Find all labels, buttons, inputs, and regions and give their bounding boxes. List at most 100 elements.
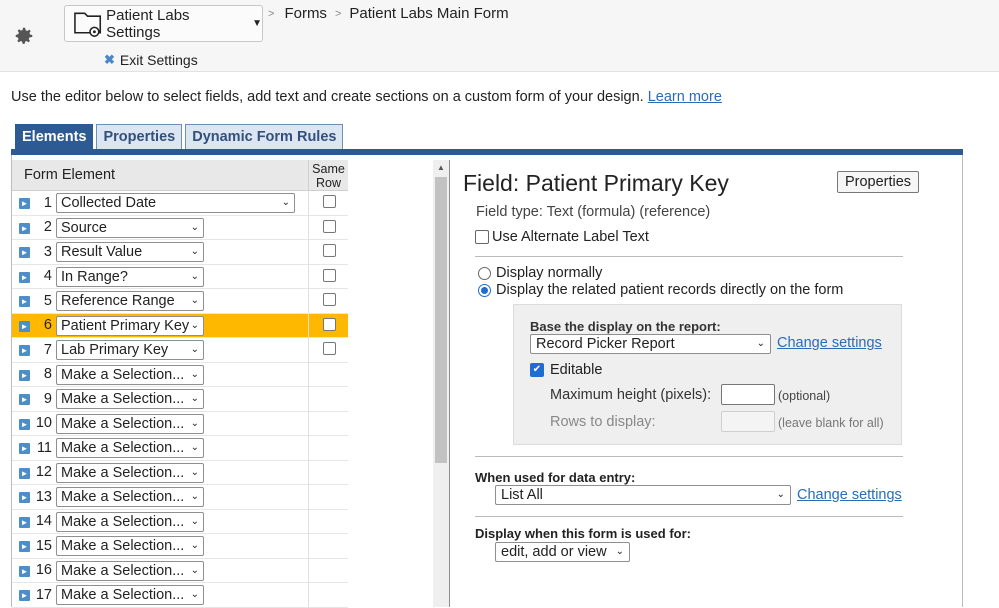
expand-arrow-icon[interactable]: ► [19, 320, 30, 332]
same-row-cell [308, 485, 348, 509]
list-item: ► 8 Make a Selection... ⌄ [12, 362, 348, 387]
expand-arrow-icon[interactable]: ► [19, 565, 30, 577]
max-height-label: Maximum height (pixels): [550, 387, 712, 403]
element-select[interactable]: Make a Selection... ⌄ [56, 560, 204, 581]
chevron-down-icon: ⌄ [756, 338, 765, 349]
same-row-checkbox[interactable] [323, 342, 336, 355]
col-same-row-line2: Row [315, 176, 341, 190]
same-row-checkbox[interactable] [323, 293, 336, 306]
element-select[interactable]: Reference Range ⌄ [56, 291, 204, 311]
element-select[interactable]: Source ⌄ [56, 217, 204, 238]
display-when-select[interactable]: edit, add or view ⌄ [495, 542, 630, 562]
element-select[interactable]: Make a Selection... ⌄ [56, 585, 204, 605]
tab-dynamic-form-rules[interactable]: Dynamic Form Rules [185, 124, 344, 149]
data-entry-select[interactable]: List All ⌄ [495, 485, 791, 505]
expand-arrow-icon[interactable]: ► [19, 492, 30, 503]
same-row-checkbox[interactable] [323, 244, 336, 257]
display-related-label: Display the related patient records dire… [496, 282, 844, 298]
display-related-radio[interactable] [478, 283, 491, 297]
same-row-checkbox[interactable] [323, 219, 336, 233]
list-item: ► 10 Make a Selection... ⌄ [12, 411, 348, 436]
scrollbar-thumb[interactable] [435, 177, 447, 463]
same-row-cell [308, 558, 348, 582]
element-select-value: Make a Selection... [61, 440, 185, 456]
element-select-value: Make a Selection... [61, 464, 185, 481]
element-select[interactable]: Make a Selection... ⌄ [56, 511, 204, 532]
element-select-value: Make a Selection... [61, 415, 185, 432]
expand-arrow-icon[interactable]: ► [19, 247, 30, 258]
same-row-checkbox[interactable] [323, 195, 336, 208]
element-select[interactable]: Make a Selection... ⌄ [56, 438, 204, 458]
element-select[interactable]: Make a Selection... ⌄ [56, 536, 204, 556]
alt-label-option[interactable]: Use Alternate Label Text [475, 229, 649, 245]
expand-arrow-icon[interactable]: ► [19, 418, 30, 430]
rows-to-display-note: (leave blank for all) [778, 416, 884, 430]
tab-elements[interactable]: Elements [15, 124, 94, 149]
same-row-checkbox[interactable] [323, 268, 336, 282]
element-select[interactable]: Lab Primary Key ⌄ [56, 340, 204, 360]
report-select[interactable]: Record Picker Report ⌄ [530, 334, 771, 354]
expand-arrow-icon[interactable]: ► [19, 467, 30, 479]
data-entry-select-value: List All [501, 487, 543, 503]
list-item: ► 11 Make a Selection... ⌄ [12, 436, 348, 461]
display-normally-option[interactable]: Display normally [478, 265, 602, 281]
element-select[interactable]: In Range? ⌄ [56, 266, 204, 287]
same-row-cell [308, 215, 348, 239]
settings-button-label: Patient Labs Settings [106, 6, 190, 41]
element-select[interactable]: Make a Selection... ⌄ [56, 462, 204, 483]
row-number: 6 [43, 317, 52, 334]
display-normally-radio[interactable] [478, 266, 491, 280]
exit-settings-link[interactable]: ✖ Exit Settings [104, 52, 198, 68]
element-select[interactable]: Make a Selection... ⌄ [56, 364, 204, 385]
tab-properties[interactable]: Properties [96, 124, 183, 149]
divider [475, 256, 903, 257]
max-height-input[interactable] [721, 384, 775, 405]
expand-arrow-icon[interactable]: ► [19, 296, 30, 307]
expand-arrow-icon[interactable]: ► [19, 271, 30, 283]
element-select-value: Make a Selection... [61, 562, 185, 579]
editable-checkbox[interactable]: ✔ [530, 363, 544, 377]
rows-to-display-input[interactable] [721, 411, 775, 432]
learn-more-link[interactable]: Learn more [648, 89, 722, 105]
col-form-element: Form Element [24, 167, 116, 183]
element-select[interactable]: Make a Selection... ⌄ [56, 487, 204, 507]
expand-arrow-icon[interactable]: ► [19, 345, 30, 356]
editor-panel: Form Element Same Row ► 1 Collected Date… [11, 155, 963, 608]
expand-arrow-icon[interactable]: ► [19, 541, 30, 552]
change-settings-link[interactable]: Change settings [777, 335, 882, 351]
scroll-up-icon[interactable]: ▲ [437, 163, 445, 172]
list-item: ► 1 Collected Date ⌄ [12, 191, 348, 216]
vertical-scrollbar[interactable]: ▲ [433, 160, 449, 607]
editable-option[interactable]: ✔ Editable [530, 362, 602, 378]
element-select[interactable]: Patient Primary Key ⌄ [56, 315, 204, 336]
list-item: ► 14 Make a Selection... ⌄ [12, 509, 348, 534]
expand-arrow-icon[interactable]: ► [19, 590, 30, 601]
row-number: 17 [35, 586, 52, 603]
properties-button[interactable]: Properties [837, 171, 919, 193]
chevron-down-icon: ⌄ [190, 319, 199, 331]
breadcrumb-forms[interactable]: Forms [284, 5, 327, 22]
editable-label: Editable [550, 362, 603, 378]
element-select-value: Patient Primary Key [61, 317, 190, 334]
breadcrumb-current: Patient Labs Main Form [349, 5, 509, 22]
same-row-checkbox[interactable] [323, 317, 336, 331]
element-select[interactable]: Make a Selection... ⌄ [56, 413, 204, 434]
element-select[interactable]: Result Value ⌄ [56, 242, 204, 262]
expand-arrow-icon[interactable]: ► [19, 394, 30, 405]
expand-arrow-icon[interactable]: ► [19, 198, 30, 209]
gear-icon[interactable] [13, 25, 35, 47]
expand-arrow-icon[interactable]: ► [19, 222, 30, 234]
caret-down-icon: ▼ [252, 18, 262, 29]
patient-labs-settings-button[interactable]: Patient Labs Settings ▼ [64, 5, 263, 42]
element-select-value: Collected Date [61, 195, 157, 211]
alt-label-checkbox[interactable] [475, 230, 489, 244]
expand-arrow-icon[interactable]: ► [19, 516, 30, 528]
exit-settings-label: Exit Settings [119, 52, 198, 68]
expand-arrow-icon[interactable]: ► [19, 443, 30, 454]
data-entry-change-settings-link[interactable]: Change settings [797, 487, 902, 503]
element-select[interactable]: Collected Date ⌄ [56, 193, 295, 213]
display-related-option[interactable]: Display the related patient records dire… [478, 282, 843, 298]
same-row-cell [308, 583, 348, 607]
expand-arrow-icon[interactable]: ► [19, 369, 30, 381]
element-select[interactable]: Make a Selection... ⌄ [56, 389, 204, 409]
